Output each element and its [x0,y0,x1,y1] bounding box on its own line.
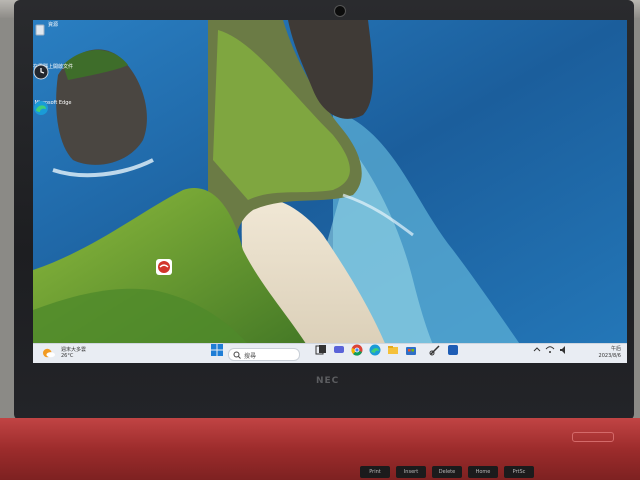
app-icon[interactable] [447,344,459,356]
webcam [334,5,346,17]
file-explorer-icon[interactable] [387,344,399,356]
start-windows-icon[interactable] [211,344,223,356]
desktop-icon-label: 資源 [47,22,58,28]
chrome-icon[interactable] [351,344,363,356]
taskbar: 週末大多雲 26°C 搜尋 午后 2023/8/6 [33,343,627,363]
wifi-icon[interactable] [545,344,555,356]
clock-time: 午后 [610,346,621,352]
wallpaper [33,20,627,363]
clock-app-icon [33,64,49,80]
keyboard-key: Home [468,466,498,478]
taskbar-search-box[interactable]: 搜尋 [228,348,300,361]
keyboard-key: Insert [396,466,426,478]
weather-widget[interactable]: 週末大多雲 26°C [61,347,86,359]
laptop-brand-logo: NEC [316,376,340,386]
weather-icon[interactable] [41,347,57,359]
chat-icon[interactable] [333,344,345,356]
task-view-icon[interactable] [315,344,327,356]
wireless-switch [572,432,614,442]
search-icon [233,351,241,359]
chevron-up-icon[interactable] [533,344,541,356]
store-icon[interactable] [405,344,417,356]
clock-date: 2023/8/6 [598,353,621,359]
desktop-icon-recycle-bin[interactable]: 資源 [33,22,73,36]
edge-icon [34,101,48,115]
weather-temperature: 26°C [61,353,74,359]
recycle-bin-icon [35,24,45,36]
edge-icon[interactable] [369,344,381,356]
desktop-icon-clock-app[interactable]: 在電腦上開啟文件 [33,64,73,80]
function-key-row: Print Insert Delete Home PrtSc [360,466,640,480]
keyboard-key: Print [360,466,390,478]
security-app-icon [156,259,172,275]
keyboard-key: Delete [432,466,462,478]
volume-icon[interactable] [559,344,569,356]
snipping-tool-icon[interactable] [429,344,441,356]
keyboard-key: PrtSc [504,466,534,478]
search-placeholder: 搜尋 [244,353,257,360]
desktop-screen: 資源 在電腦上開啟文件 Microsoft Edge 週末大多雲 26°C 搜尋… [33,20,627,363]
desktop-icon-edge[interactable]: Microsoft Edge [33,100,73,115]
system-clock[interactable]: 午后 2023/8/6 [599,346,621,360]
